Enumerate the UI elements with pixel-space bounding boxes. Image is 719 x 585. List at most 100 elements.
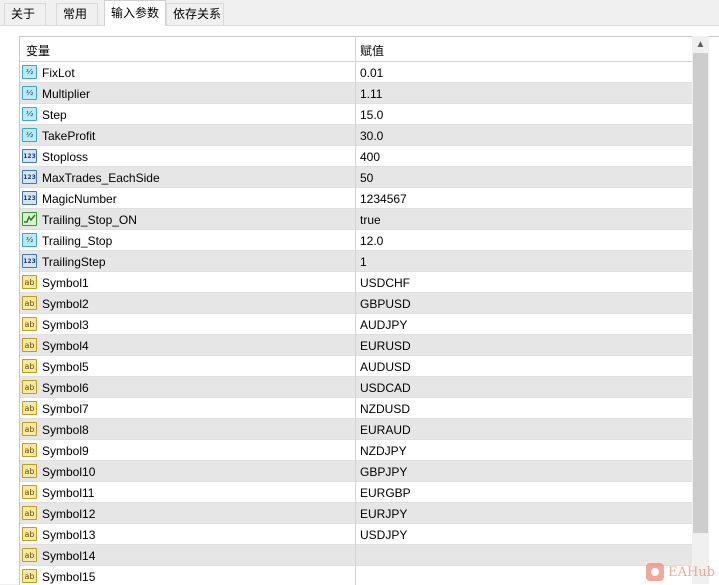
parameter-row[interactable]: ½ TakeProfit 30.0 [20,125,692,146]
parameter-row[interactable]: ab Symbol4 EURUSD [20,335,692,356]
parameter-name: Symbol14 [42,549,96,563]
parameter-name: FixLot [42,66,75,80]
parameter-name: Symbol1 [42,276,89,290]
parameter-name: MaxTrades_EachSide [42,171,160,185]
parameter-value[interactable]: 1.11 [360,87,382,101]
parameter-row[interactable]: ½ Trailing_Stop 12.0 [20,230,692,251]
string-type-icon: ab [22,485,37,499]
tab-about[interactable]: 关于 [4,3,46,25]
parameter-name: Symbol11 [42,486,95,500]
tab-common[interactable]: 常用 [56,3,98,25]
parameter-value[interactable]: true [360,213,381,227]
parameter-name: Symbol8 [42,423,89,437]
parameter-row[interactable]: ab Symbol14 [20,545,692,566]
parameter-row[interactable]: Trailing_Stop_ON true [20,209,692,230]
vertical-scrollbar[interactable]: ▲ [692,36,709,584]
parameter-row[interactable]: ab Symbol7 NZDUSD [20,398,692,419]
header-variable[interactable]: 变量 [26,42,50,59]
parameter-row[interactable]: 123 MaxTrades_EachSide 50 [20,167,692,188]
double-type-icon: ½ [22,233,37,247]
parameter-name: Symbol12 [42,507,96,521]
string-type-icon: ab [22,548,37,562]
parameter-name: Symbol5 [42,360,89,374]
list-header: 变量 赋值 [20,37,694,62]
scroll-thumb[interactable] [693,53,708,533]
parameter-value[interactable]: 15.0 [360,108,383,122]
parameter-value[interactable]: GBPUSD [360,297,411,311]
inputs-panel: 变量 赋值 ½ FixLot 0.01 ½ Multiplier 1.11 ½ Step 15.… [0,26,719,585]
parameter-name: Symbol10 [42,465,96,479]
parameter-value[interactable]: USDCAD [360,381,411,395]
tab-dependencies[interactable]: 依存关系 [166,3,224,25]
parameter-row[interactable]: 123 Stoploss 400 [20,146,692,167]
parameter-row[interactable]: ab Symbol1 USDCHF [20,272,692,293]
parameter-row[interactable]: ab Symbol8 EURAUD [20,419,692,440]
parameter-value[interactable]: NZDUSD [360,402,410,416]
integer-type-icon: 123 [22,149,37,163]
parameter-row[interactable]: 123 TrailingStep 1 [20,251,692,272]
parameter-row[interactable]: ab Symbol13 USDJPY [20,524,692,545]
integer-type-icon: 123 [22,191,37,205]
parameter-name: Symbol4 [42,339,89,353]
parameter-value[interactable]: GBPJPY [360,465,407,479]
string-type-icon: ab [22,569,37,583]
parameter-name: Multiplier [42,87,91,101]
double-type-icon: ½ [22,65,37,79]
parameter-row[interactable]: ab Symbol3 AUDJPY [20,314,692,335]
parameter-row[interactable]: ab Symbol2 GBPUSD [20,293,692,314]
parameter-name: MagicNumber [42,192,117,206]
parameter-value[interactable]: 50 [360,171,373,185]
string-type-icon: ab [22,380,37,394]
parameter-row[interactable]: ab Symbol15 [20,566,692,585]
parameter-row[interactable]: ab Symbol10 GBPJPY [20,461,692,482]
integer-type-icon: 123 [22,170,37,184]
parameter-name: Symbol15 [42,570,96,584]
parameter-value[interactable]: AUDJPY [360,318,407,332]
string-type-icon: ab [22,464,37,478]
parameter-name: Symbol7 [42,402,89,416]
parameter-row[interactable]: ab Symbol6 USDCAD [20,377,692,398]
parameter-value[interactable]: EURAUD [360,423,411,437]
parameter-row[interactable]: ab Symbol5 AUDUSD [20,356,692,377]
parameter-value[interactable]: EURGBP [360,486,411,500]
tab-inputs[interactable]: 输入参数 [104,0,166,26]
string-type-icon: ab [22,422,37,436]
parameter-value[interactable]: USDJPY [360,528,407,542]
parameter-value[interactable]: 400 [360,150,380,164]
parameter-value[interactable]: 1234567 [360,192,407,206]
column-separator[interactable] [355,37,356,585]
parameter-value[interactable]: NZDJPY [360,444,407,458]
parameter-value[interactable]: AUDUSD [360,360,411,374]
parameter-row[interactable]: ½ Multiplier 1.11 [20,83,692,104]
parameter-value[interactable]: 1 [360,255,367,269]
parameter-row[interactable]: 123 MagicNumber 1234567 [20,188,692,209]
parameter-name: Symbol13 [42,528,96,542]
parameter-name: Symbol3 [42,318,89,332]
string-type-icon: ab [22,275,37,289]
parameter-name: Trailing_Stop_ON [42,213,137,227]
header-value[interactable]: 赋值 [360,42,384,59]
double-type-icon: ½ [22,128,37,142]
tab-bar: 关于 常用 输入参数 依存关系 [0,0,719,26]
parameter-name: Trailing_Stop [42,234,113,248]
eahub-logo-icon [646,563,665,581]
parameter-value[interactable]: EURJPY [360,507,407,521]
parameter-row[interactable]: ½ Step 15.0 [20,104,692,125]
parameter-name: Step [42,108,67,122]
parameter-value[interactable]: USDCHF [360,276,410,290]
boolean-type-icon [22,212,37,226]
parameter-name: Stoploss [42,150,89,164]
parameter-row[interactable]: ab Symbol11 EURGBP [20,482,692,503]
parameter-row[interactable]: ab Symbol12 EURJPY [20,503,692,524]
string-type-icon: ab [22,443,37,457]
parameter-row[interactable]: ½ FixLot 0.01 [20,62,692,83]
double-type-icon: ½ [22,107,37,121]
parameter-row[interactable]: ab Symbol9 NZDJPY [20,440,692,461]
parameters-list: 变量 赋值 ½ FixLot 0.01 ½ Multiplier 1.11 ½ Step 15.… [19,36,719,585]
parameter-value[interactable]: 0.01 [360,66,383,80]
parameter-value[interactable]: 12.0 [360,234,383,248]
string-type-icon: ab [22,296,37,310]
scroll-up-icon[interactable]: ▲ [692,36,709,53]
parameter-value[interactable]: 30.0 [360,129,383,143]
parameter-value[interactable]: EURUSD [360,339,411,353]
